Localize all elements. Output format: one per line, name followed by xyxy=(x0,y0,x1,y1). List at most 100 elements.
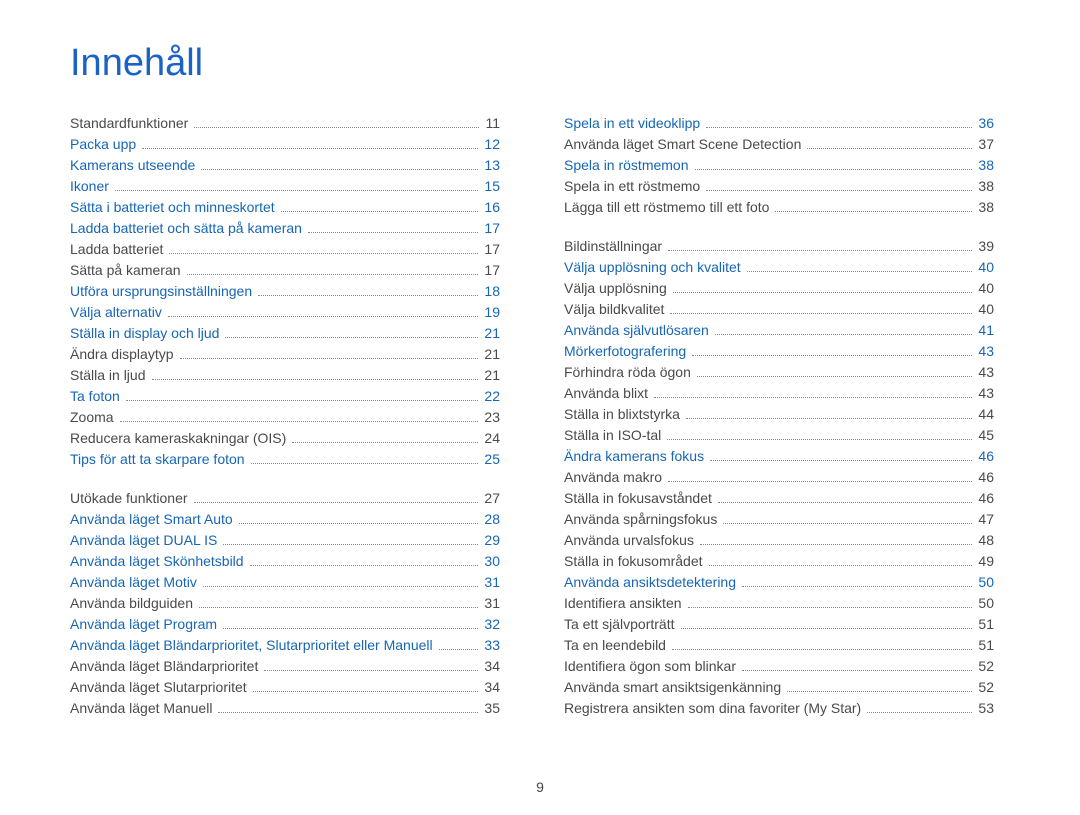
toc-page: 51 xyxy=(978,614,994,635)
toc-page: 48 xyxy=(978,530,994,551)
toc-label: Ställa in fokusavståndet xyxy=(564,488,712,509)
toc-entry-anv-nda-makro: Använda makro46 xyxy=(564,467,994,488)
toc-label: Ta foton xyxy=(70,386,120,407)
toc-entry-ta-ett-sj-lvportr-tt: Ta ett självporträtt 51 xyxy=(564,614,994,635)
toc-label: Ladda batteriet xyxy=(70,239,163,260)
toc-page: 50 xyxy=(978,572,994,593)
toc-page: 53 xyxy=(978,698,994,719)
page-title: Innehåll xyxy=(70,42,1010,85)
toc-page: 52 xyxy=(978,677,994,698)
toc-entry--ndra-displaytyp: Ändra displaytyp21 xyxy=(70,344,500,365)
toc-page: 23 xyxy=(484,407,500,428)
toc-label: Utökade funktioner xyxy=(70,488,188,509)
toc-page: 46 xyxy=(978,446,994,467)
toc-label: Identifiera ögon som blinkar xyxy=(564,656,736,677)
toc-label: Zooma xyxy=(70,407,114,428)
toc-entry-anv-nda-l-get-motiv[interactable]: Använda läget Motiv31 xyxy=(70,572,500,593)
toc-entry-v-lja-alternativ[interactable]: Välja alternativ19 xyxy=(70,302,500,323)
toc-page: 31 xyxy=(484,593,500,614)
toc-page: 24 xyxy=(484,428,500,449)
toc-page: 40 xyxy=(978,299,994,320)
toc-leader xyxy=(169,253,478,254)
toc-leader xyxy=(700,544,972,545)
toc-entry-st-lla-in-fokusavst-ndet: Ställa in fokusavståndet46 xyxy=(564,488,994,509)
toc-entry-spela-in-ett-videoklipp[interactable]: Spela in ett videoklipp36 xyxy=(564,113,994,134)
toc-entry-bildinst-llningar: Bildinställningar39 xyxy=(564,236,994,257)
toc-label: Använda läget Smart Scene Detection xyxy=(564,134,801,155)
toc-leader xyxy=(168,316,479,317)
toc-entry-anv-nda-l-get-sk-nhetsbild[interactable]: Använda läget Skönhetsbild30 xyxy=(70,551,500,572)
toc-label: Ta ett självporträtt xyxy=(564,614,675,635)
toc-entry-m-rkerfotografering[interactable]: Mörkerfotografering43 xyxy=(564,341,994,362)
toc-entry-f-rhindra-r-da-gon: Förhindra röda ögon43 xyxy=(564,362,994,383)
toc-leader xyxy=(742,670,972,671)
toc-leader xyxy=(203,586,479,587)
toc-entry-spela-in-r-stmemon[interactable]: Spela in röstmemon38 xyxy=(564,155,994,176)
toc-entry-anv-nda-l-get-bl-ndarprioritet-slutarpri[interactable]: Använda läget Bländarprioritet, Slutarpr… xyxy=(70,635,500,656)
toc-leader xyxy=(654,397,972,398)
toc-entry-tips-f-r-att-ta-skarpare-foton[interactable]: Tips för att ta skarpare foton25 xyxy=(70,449,500,470)
toc-entry-st-lla-in-display-och-ljud[interactable]: Ställa in display och ljud21 xyxy=(70,323,500,344)
toc-leader xyxy=(199,607,478,608)
toc-entry-anv-nda-sj-lvutl-saren[interactable]: Använda självutlösaren41 xyxy=(564,320,994,341)
toc-entry-l-gga-till-ett-r-stmemo-till-ett-foto: Lägga till ett röstmemo till ett foto38 xyxy=(564,197,994,218)
toc-leader xyxy=(239,523,479,524)
toc-page: 19 xyxy=(484,302,500,323)
toc-leader xyxy=(258,295,478,296)
toc-entry-packa-upp[interactable]: Packa upp12 xyxy=(70,134,500,155)
toc-leader xyxy=(742,586,972,587)
toc-leader xyxy=(775,211,972,212)
toc-page: 32 xyxy=(484,614,500,635)
toc-entry-anv-nda-l-get-program[interactable]: Använda läget Program32 xyxy=(70,614,500,635)
toc-entry-anv-nda-l-get-smart-auto[interactable]: Använda läget Smart Auto28 xyxy=(70,509,500,530)
toc-label: Använda blixt xyxy=(564,383,648,404)
toc-label: Använda smart ansiktsigenkänning xyxy=(564,677,781,698)
toc-entry-utf-ra-ursprungsinst-llningen[interactable]: Utföra ursprungsinställningen18 xyxy=(70,281,500,302)
toc-page: 17 xyxy=(484,239,500,260)
toc-label: Tips för att ta skarpare foton xyxy=(70,449,245,470)
toc-column-left: Standardfunktioner11Packa upp12Kamerans … xyxy=(70,113,500,719)
page-number: 9 xyxy=(0,779,1080,795)
toc-label: Ställa in fokusområdet xyxy=(564,551,703,572)
toc-entry-ta-en-leendebild: Ta en leendebild51 xyxy=(564,635,994,656)
toc-leader xyxy=(223,628,478,629)
toc-leader xyxy=(692,355,972,356)
toc-page: 43 xyxy=(978,383,994,404)
toc-entry-anv-nda-ansiktsdetektering[interactable]: Använda ansiktsdetektering50 xyxy=(564,572,994,593)
toc-label: Registrera ansikten som dina favoriter (… xyxy=(564,698,861,719)
toc-label: Ställa in blixtstyrka xyxy=(564,404,680,425)
toc-leader xyxy=(668,481,972,482)
toc-label: Använda läget Bländarprioritet, Slutarpr… xyxy=(70,635,433,656)
toc-entry-st-lla-in-blixtstyrka: Ställa in blixtstyrka44 xyxy=(564,404,994,425)
toc-entry--ndra-kamerans-fokus[interactable]: Ändra kamerans fokus46 xyxy=(564,446,994,467)
toc-page: 51 xyxy=(978,635,994,656)
toc-label: Spela in ett röstmemo xyxy=(564,176,700,197)
toc-entry-ladda-batteriet-och-s-tta-p-kameran[interactable]: Ladda batteriet och sätta på kameran17 xyxy=(70,218,500,239)
toc-leader xyxy=(187,274,479,275)
toc-page: 39 xyxy=(978,236,994,257)
toc-entry-ta-foton[interactable]: Ta foton22 xyxy=(70,386,500,407)
toc-leader xyxy=(670,313,972,314)
toc-leader xyxy=(706,190,972,191)
toc-entry-anv-nda-l-get-dual-is[interactable]: Använda läget DUAL IS29 xyxy=(70,530,500,551)
toc-entry-identifiera-gon-som-blinkar: Identifiera ögon som blinkar52 xyxy=(564,656,994,677)
toc-entry-ikoner[interactable]: Ikoner15 xyxy=(70,176,500,197)
toc-entry-s-tta-i-batteriet-och-minneskortet[interactable]: Sätta i batteriet och minneskortet16 xyxy=(70,197,500,218)
toc-label: Lägga till ett röstmemo till ett foto xyxy=(564,197,769,218)
toc-entry-st-lla-in-ljud: Ställa in ljud21 xyxy=(70,365,500,386)
toc-label: Använda läget Motiv xyxy=(70,572,197,593)
toc-page: 47 xyxy=(978,509,994,530)
toc-leader xyxy=(120,421,479,422)
toc-entry-reducera-kameraskakningar-ois-: Reducera kameraskakningar (OIS)24 xyxy=(70,428,500,449)
toc-page: 50 xyxy=(978,593,994,614)
toc-leader xyxy=(747,271,973,272)
toc-leader xyxy=(264,670,478,671)
toc-leader xyxy=(673,292,973,293)
toc-entry-v-lja-bildkvalitet: Välja bildkvalitet40 xyxy=(564,299,994,320)
toc-label: Packa upp xyxy=(70,134,136,155)
toc-leader xyxy=(667,439,972,440)
toc-entry-v-lja-uppl-sning-och-kvalitet[interactable]: Välja upplösning och kvalitet40 xyxy=(564,257,994,278)
toc-entry-kamerans-utseende[interactable]: Kamerans utseende13 xyxy=(70,155,500,176)
toc-label: Ändra displaytyp xyxy=(70,344,174,365)
toc-entry-ladda-batteriet: Ladda batteriet 17 xyxy=(70,239,500,260)
